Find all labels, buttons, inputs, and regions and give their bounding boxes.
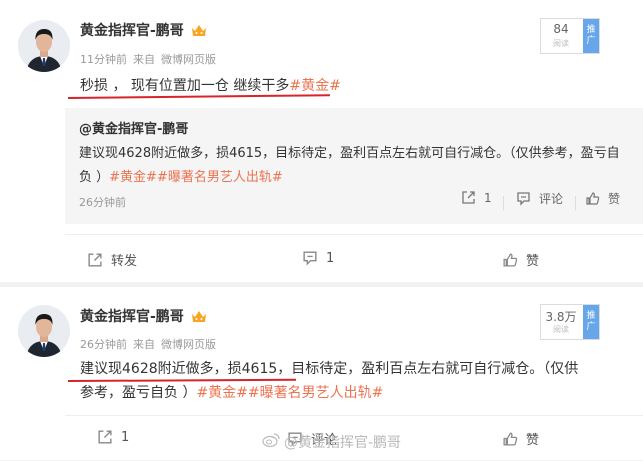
divider — [575, 196, 576, 210]
weibo-logo-icon — [262, 433, 280, 451]
promote-button[interactable]: 推广 — [583, 305, 599, 339]
post-text-line-1: 建议现4628附近做多，损4615，目标待定，盈利百点左右就可自行减仓。（仅供 — [80, 361, 579, 377]
vip-badge-icon — [190, 308, 208, 326]
like-icon — [585, 191, 600, 206]
repost-comment-button[interactable]: 评论 — [516, 190, 563, 207]
repost-button[interactable]: 1 — [97, 429, 129, 445]
divider — [503, 196, 504, 210]
forward-icon — [87, 252, 103, 268]
read-label: 阅读 — [553, 39, 569, 48]
comment-button[interactable]: 1 — [302, 250, 334, 266]
comment-icon — [516, 191, 531, 206]
forward-icon — [97, 429, 113, 445]
repost-comment-label: 评论 — [539, 192, 564, 206]
action-bar: 转发 1 赞 — [65, 234, 643, 283]
repost-button[interactable]: 转发 — [87, 250, 137, 269]
post-meta: 26分钟前 来自 微博网页版 — [80, 336, 222, 352]
post-text-line-2: 参考，盈亏自负 ） — [80, 385, 197, 401]
post-time[interactable]: 26分钟前 — [80, 338, 127, 351]
author-name-text: 黄金指挥官-鹏哥 — [80, 309, 184, 325]
post-source[interactable]: 微博网页版 — [161, 53, 216, 66]
watermark: @黄金指挥官-鹏哥 — [262, 432, 401, 452]
post-source[interactable]: 微博网页版 — [161, 338, 216, 351]
avatar[interactable] — [18, 20, 70, 72]
read-count-box: 84 阅读 推广 — [540, 18, 600, 54]
hashtag-link[interactable]: #黄金# — [289, 78, 340, 94]
repost-forward-button[interactable]: 1 — [461, 190, 492, 205]
author-name-text: 黄金指挥官-鹏哥 — [80, 23, 184, 39]
repost-like-button[interactable]: 赞 — [585, 190, 620, 207]
repost-hashtags[interactable]: #黄金##曝著名男艺人出轨# — [109, 170, 283, 185]
like-icon — [502, 431, 518, 447]
repost-forward-count: 1 — [484, 190, 492, 205]
read-count: 84 — [553, 22, 569, 36]
read-count: 3.8万 — [545, 310, 577, 324]
post-meta: 11分钟前 来自 微博网页版 — [80, 51, 222, 67]
hashtag-link[interactable]: #黄金##曝著名男艺人出轨# — [196, 385, 383, 401]
like-icon — [502, 252, 518, 268]
read-label: 阅读 — [553, 325, 569, 334]
repost-author[interactable]: @黄金指挥官-鹏哥 — [79, 118, 188, 137]
like-button[interactable]: 赞 — [502, 250, 539, 269]
comment-icon — [302, 250, 318, 266]
weibo-post-1: 黄金指挥官-鹏哥 11分钟前 来自 微博网页版 84 阅读 推广 秒损 ， 现有位置… — [0, 0, 643, 282]
post-text-body: 秒损 ， 现有位置加一仓 继续干多 — [80, 78, 290, 94]
source-prefix: 来自 — [133, 338, 155, 351]
read-count-box: 3.8万 阅读 推广 — [540, 304, 600, 340]
promote-button[interactable]: 推广 — [583, 19, 599, 53]
like-label: 赞 — [526, 254, 540, 269]
vip-badge-icon — [190, 22, 208, 40]
author-name[interactable]: 黄金指挥官-鹏哥 — [80, 306, 208, 326]
source-prefix: 来自 — [133, 53, 155, 66]
author-name[interactable]: 黄金指挥官-鹏哥 — [80, 20, 208, 40]
like-label: 赞 — [526, 433, 540, 448]
forward-icon — [461, 190, 476, 205]
repost-like-label: 赞 — [608, 192, 621, 206]
avatar[interactable] — [18, 305, 70, 357]
reposted-post[interactable]: @黄金指挥官-鹏哥 建议现4628附近做多，损4615，目标待定，盈利百点左右就… — [65, 108, 643, 224]
post-time[interactable]: 11分钟前 — [80, 53, 127, 66]
comment-count: 1 — [326, 250, 335, 266]
repost-label: 转发 — [111, 254, 138, 269]
like-button[interactable]: 赞 — [502, 429, 539, 448]
repost-text: 建议现4628附近做多，损4615，目标待定，盈利百点左右就可自行减仓。（仅供参… — [79, 142, 629, 190]
repost-time[interactable]: 26分钟前 — [79, 194, 126, 210]
watermark-text: @黄金指挥官-鹏哥 — [284, 435, 402, 451]
repost-count: 1 — [121, 429, 130, 445]
